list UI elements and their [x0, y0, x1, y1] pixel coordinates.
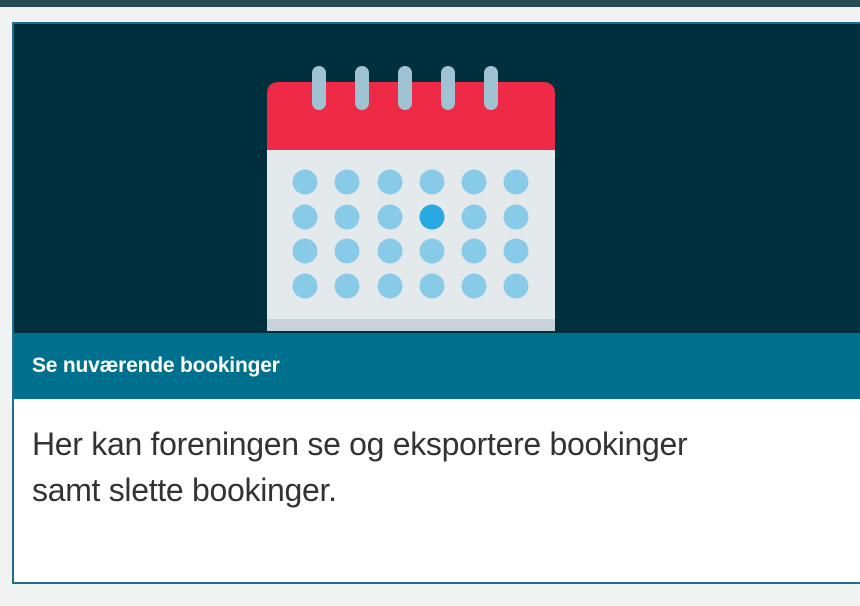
calendar-day [377, 273, 403, 299]
calendar-day [461, 273, 487, 299]
calendar-day [292, 273, 318, 299]
calendar-ring [312, 66, 326, 110]
card-title[interactable]: Se nuværende bookinger [32, 353, 280, 379]
calendar-day [461, 169, 487, 195]
card-description: Her kan foreningen se og eksportere book… [32, 426, 688, 508]
calendar-day [292, 169, 318, 195]
card-title-bar[interactable]: Se nuværende bookinger [14, 333, 860, 399]
card-body: Her kan foreningen se og eksportere book… [14, 399, 860, 582]
calendar-ring [355, 66, 369, 110]
calendar-day [503, 238, 529, 264]
calendar-day [377, 238, 403, 264]
calendar-day [419, 169, 445, 195]
calendar-day [419, 238, 445, 264]
calendar-day [377, 204, 403, 230]
calendar-day [461, 204, 487, 230]
calendar-day [334, 169, 360, 195]
calendar-day [503, 273, 529, 299]
calendar-day-highlighted [419, 204, 445, 230]
calendar-ring [484, 66, 498, 110]
calendar-day [334, 204, 360, 230]
calendar-day [292, 238, 318, 264]
calendar-day [419, 273, 445, 299]
calendar-day [461, 238, 487, 264]
calendar-day [377, 169, 403, 195]
calendar-ring [441, 66, 455, 110]
calendar-day [292, 204, 318, 230]
calendar-day [503, 204, 529, 230]
calendar-icon [267, 66, 555, 331]
calendar-ring [398, 66, 412, 110]
calendar-day [334, 273, 360, 299]
calendar-day [334, 238, 360, 264]
card-image [14, 24, 860, 333]
bookings-card[interactable]: Se nuværende bookinger Her kan foreninge… [12, 22, 860, 584]
top-strip [0, 0, 860, 7]
calendar-day [503, 169, 529, 195]
